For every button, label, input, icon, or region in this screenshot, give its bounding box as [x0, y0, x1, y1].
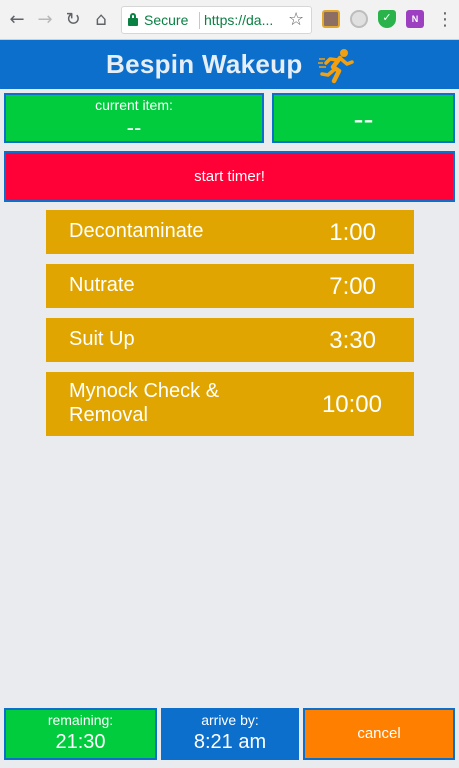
- forward-arrow-icon[interactable]: →: [34, 9, 56, 31]
- app-header: Bespin Wakeup: [0, 40, 459, 89]
- arrive-by-panel: arrive by: 8:21 am: [161, 708, 299, 760]
- book-extension-icon[interactable]: [322, 10, 340, 28]
- remaining-panel: remaining: 21:30: [4, 708, 157, 760]
- url-text[interactable]: https://da...: [204, 12, 273, 28]
- task-item[interactable]: Decontaminate 1:00: [46, 210, 414, 254]
- address-bar[interactable]: Secure https://da... ☆: [121, 6, 312, 34]
- current-time-value: --: [353, 103, 374, 136]
- task-name: Mynock Check & Removal: [69, 380, 220, 426]
- home-icon[interactable]: ⌂: [90, 9, 112, 31]
- task-name: Nutrate: [69, 274, 135, 296]
- task-name: Decontaminate: [69, 220, 204, 242]
- task-duration: 10:00: [321, 391, 382, 418]
- remaining-label: remaining:: [47, 712, 114, 728]
- cancel-button[interactable]: cancel: [303, 708, 455, 760]
- arrive-by-value: 8:21 am: [193, 731, 267, 753]
- current-item-label: current item:: [95, 97, 173, 113]
- task-duration: 1:00: [329, 219, 376, 246]
- task-name: Suit Up: [69, 328, 135, 350]
- address-divider: [199, 12, 200, 29]
- lock-icon: [128, 13, 138, 26]
- remaining-value: 21:30: [55, 731, 106, 753]
- task-item[interactable]: Mynock Check & Removal 10:00: [46, 372, 414, 436]
- circle-extension-icon[interactable]: [350, 10, 368, 28]
- onenote-extension-icon[interactable]: N: [406, 10, 424, 28]
- task-duration: 3:30: [329, 327, 376, 354]
- reload-icon[interactable]: ↻: [62, 9, 84, 31]
- secure-label: Secure: [144, 12, 189, 28]
- arrive-by-label: arrive by:: [201, 712, 259, 728]
- task-item[interactable]: Nutrate 7:00: [46, 264, 414, 308]
- current-item-value: --: [126, 115, 142, 140]
- bookmark-star-icon[interactable]: ☆: [288, 9, 304, 30]
- page-title: Bespin Wakeup: [106, 49, 303, 79]
- task-item[interactable]: Suit Up 3:30: [46, 318, 414, 362]
- start-timer-button[interactable]: start timer!: [4, 151, 455, 202]
- shield-extension-icon[interactable]: ✓: [378, 10, 396, 28]
- menu-icon[interactable]: ⋮: [436, 10, 454, 30]
- current-item-panel: current item: --: [4, 93, 264, 143]
- back-arrow-icon[interactable]: ←: [6, 9, 28, 31]
- task-duration: 7:00: [329, 273, 376, 300]
- current-time-panel: --: [272, 93, 455, 143]
- runner-icon: [318, 49, 354, 84]
- browser-toolbar: ← → ↻ ⌂ Secure https://da... ☆ ✓ N ⋮: [0, 0, 459, 40]
